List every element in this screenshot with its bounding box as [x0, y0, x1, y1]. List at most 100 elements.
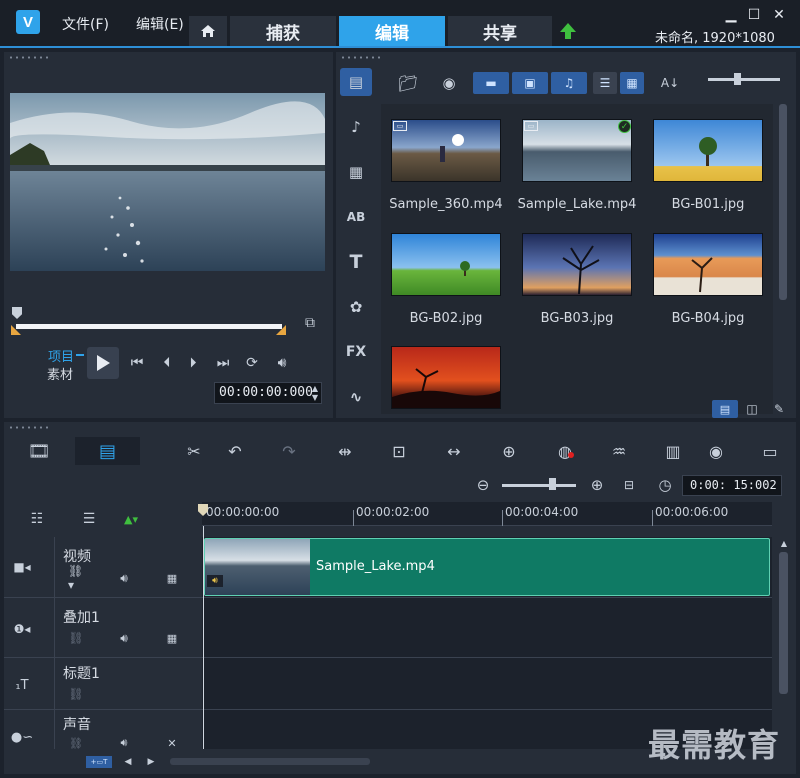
repeat-icon[interactable]: ⟳ [242, 354, 262, 372]
volume-icon[interactable]: 🔊︎ [272, 354, 292, 372]
add-track-button[interactable]: +▭T [86, 756, 112, 768]
thumbnail-size-knob[interactable] [734, 73, 741, 85]
undo-icon[interactable]: ↶ [222, 440, 248, 462]
library-scrollbar[interactable] [779, 104, 787, 300]
timeline-hscroll-thumb[interactable] [170, 758, 370, 765]
library-grip[interactable] [340, 56, 382, 59]
ripple-icon[interactable]: ↔ [441, 440, 467, 462]
scroll-up-icon[interactable]: ▲ [778, 538, 790, 548]
library-item-thumbnail[interactable] [653, 233, 763, 296]
tools-icon[interactable]: ✂ [181, 440, 207, 462]
library-item-thumbnail[interactable] [391, 233, 501, 296]
mode-clip[interactable]: 素材 [47, 364, 73, 383]
subtitle-icon[interactable]: ▭ [757, 440, 783, 462]
record-icon[interactable]: ◍ [552, 440, 578, 462]
show-photos-button[interactable]: ▣ [512, 72, 548, 94]
multi-camera-icon[interactable]: ▥ [660, 440, 686, 462]
timeline-vscroll-thumb[interactable] [779, 552, 788, 694]
chapter-marker-icon[interactable]: ☰ [78, 510, 100, 528]
ruler-label: 00:00:06:00 [655, 505, 729, 519]
close-icon[interactable]: ✕ [770, 6, 788, 24]
link-icon[interactable]: ⛓︎ [68, 630, 84, 646]
scroll-left-icon[interactable]: ◀ [122, 756, 134, 768]
thumbnail-view-button[interactable]: ▦ [620, 72, 644, 94]
filter-category-icon[interactable]: FX [340, 338, 372, 366]
next-frame-icon[interactable]: ⏵ [184, 354, 202, 372]
upload-icon[interactable] [558, 21, 578, 41]
thumbnail-size-slider[interactable] [708, 78, 780, 81]
minimize-icon[interactable]: ▁ [722, 6, 740, 24]
fit-window-icon[interactable]: ⊟ [620, 476, 638, 494]
menu-file[interactable]: 文件(F) [62, 14, 109, 34]
home-button[interactable] [189, 16, 227, 46]
mode-project[interactable]: 项目 [48, 346, 74, 365]
smart-proxy-icon[interactable]: ⊡ [386, 440, 412, 462]
link-icon[interactable]: ⛓︎ [68, 737, 84, 749]
track-mute-icon[interactable]: 🔊︎ [114, 570, 134, 586]
title-category-icon[interactable]: T [340, 248, 372, 276]
prev-frame-icon[interactable]: ⏴ [158, 354, 176, 372]
link-icon[interactable]: ⛓︎▾ [68, 564, 88, 592]
zoom-in-icon[interactable]: ⊕ [587, 475, 607, 495]
play-button[interactable] [87, 347, 119, 379]
timecode-value: 00:00:00:000 [219, 385, 313, 400]
add-folder-icon[interactable]: 📁︎ [396, 72, 420, 94]
menu-edit[interactable]: 编辑(E) [136, 14, 184, 34]
preview-video [10, 93, 325, 271]
fit-project-icon[interactable]: ⇹ [332, 440, 358, 462]
tab-share[interactable]: 共享 [448, 16, 552, 46]
path-category-icon[interactable]: ∿ [340, 383, 372, 411]
library-item-label: BG-B04.jpg [671, 311, 745, 326]
library-item-thumbnail[interactable] [391, 119, 501, 182]
track-manager-icon[interactable]: ☷ [26, 510, 48, 528]
sort-icon[interactable]: A↓ [660, 72, 680, 94]
edit-icon[interactable]: ✎ [770, 400, 788, 418]
storyboard-view-button[interactable]: 🎞︎ [14, 437, 64, 465]
audio-mixer-icon[interactable]: ♒ [606, 440, 632, 462]
go-start-icon[interactable]: ⏮ [128, 354, 146, 372]
instant-project-icon[interactable]: ▦ [340, 158, 372, 186]
enlarge-preview-icon[interactable]: ⧉ [302, 315, 318, 331]
media-category-icon[interactable]: ▤ [340, 68, 372, 96]
motion-tracking-icon[interactable]: ◉ [703, 440, 729, 462]
duration-value: 0:00: 15:002 [690, 478, 777, 492]
player-grip[interactable] [8, 56, 50, 59]
scroll-right-icon[interactable]: ▶ [145, 756, 157, 768]
show-videos-button[interactable]: ▬ [473, 72, 509, 94]
app-logo-icon[interactable]: V [16, 10, 40, 34]
header-column-divider [54, 537, 55, 749]
transition-category-icon[interactable]: AB [340, 203, 372, 231]
split-clip-icon[interactable]: ⊕ [496, 440, 522, 462]
track-effect-icon[interactable]: ✕ [164, 737, 180, 749]
zoom-out-icon[interactable]: ⊖ [473, 475, 493, 495]
track-mute-icon[interactable]: 🔊︎ [114, 737, 134, 749]
library-item-thumbnail[interactable] [522, 233, 632, 296]
zoom-slider[interactable] [502, 484, 576, 487]
tab-capture[interactable]: 捕获 [230, 16, 336, 46]
maximize-icon[interactable]: ☐ [745, 6, 763, 24]
capture-icon[interactable]: ◉ [438, 72, 460, 94]
library-manager-button[interactable]: ▤ [712, 400, 738, 418]
tab-edit[interactable]: 编辑 [339, 16, 445, 46]
timecode-stepper[interactable]: ▲ ▼ [310, 384, 320, 402]
library-item-thumbnail[interactable] [522, 119, 632, 182]
list-view-button[interactable]: ☰ [593, 72, 617, 94]
library-item-thumbnail[interactable] [653, 119, 763, 182]
audio-category-icon[interactable]: ♪ [340, 113, 372, 141]
show-audio-button[interactable]: ♫ [551, 72, 587, 94]
track-visibility-icon[interactable]: ▦ [164, 570, 180, 586]
timeline-grip[interactable] [8, 426, 50, 429]
library-item-thumbnail[interactable] [391, 346, 501, 409]
split-view-icon[interactable]: ◫ [742, 400, 762, 418]
redo-icon[interactable]: ↷ [276, 440, 302, 462]
go-end-icon[interactable]: ⏭ [214, 354, 232, 372]
link-icon[interactable]: ⛓︎ [68, 686, 84, 702]
graphics-category-icon[interactable]: ✿ [340, 293, 372, 321]
insert-marker-icon[interactable]: ▲▾ [120, 510, 142, 528]
track-visibility-icon[interactable]: ▦ [164, 630, 180, 646]
trim-bar[interactable] [16, 324, 282, 329]
voice-track-icon: ●∽ [10, 729, 34, 745]
timeline-view-button[interactable]: ▤ [75, 437, 140, 465]
zoom-knob[interactable] [549, 478, 556, 490]
track-mute-icon[interactable]: 🔊︎ [114, 630, 134, 646]
